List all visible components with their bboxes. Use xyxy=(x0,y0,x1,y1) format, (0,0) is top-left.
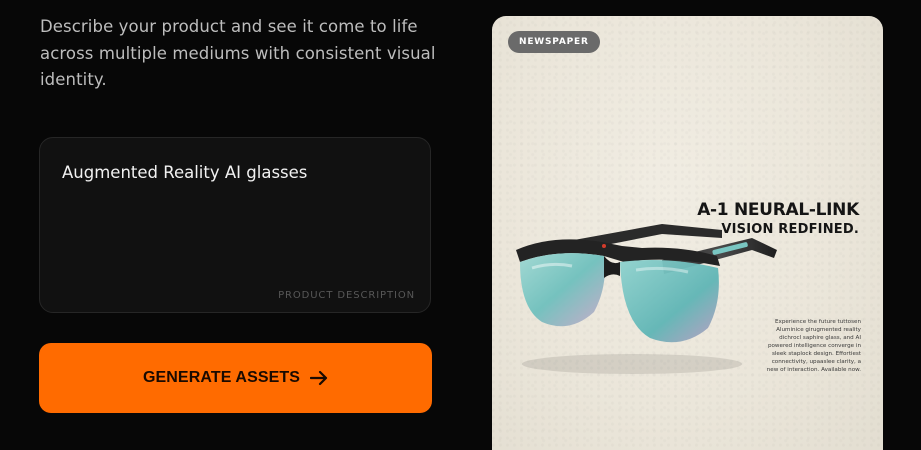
ad-headline-title: A-1 NEURAL-LINK xyxy=(697,200,859,220)
intro-text: Describe your product and see it come to… xyxy=(40,17,436,89)
page: Describe your product and see it come to… xyxy=(0,0,921,450)
generate-assets-button[interactable]: GENERATE ASSETS xyxy=(39,343,432,413)
arrow-right-icon xyxy=(310,370,328,386)
generate-assets-label: GENERATE ASSETS xyxy=(142,369,301,386)
product-description-label: PRODUCT DESCRIPTION xyxy=(278,290,415,301)
ad-headline: A-1 NEURAL-LINK VISION REDFINED. xyxy=(697,201,859,239)
ad-headline-subtitle: VISION REDFINED. xyxy=(721,222,859,237)
medium-badge: NEWSPAPER xyxy=(508,31,600,53)
product-description-value[interactable]: Augmented Reality AI glasses xyxy=(62,163,307,182)
product-description-field[interactable]: Augmented Reality AI glasses PRODUCT DES… xyxy=(39,137,431,313)
sunglasses-product-image xyxy=(512,216,782,391)
ad-body-copy: Experience the future tuttosen Aluminice… xyxy=(766,319,861,373)
newspaper-preview-card: NEWSPAPER A-1 NEURAL-LINK VISION REDFINE… xyxy=(492,16,883,450)
